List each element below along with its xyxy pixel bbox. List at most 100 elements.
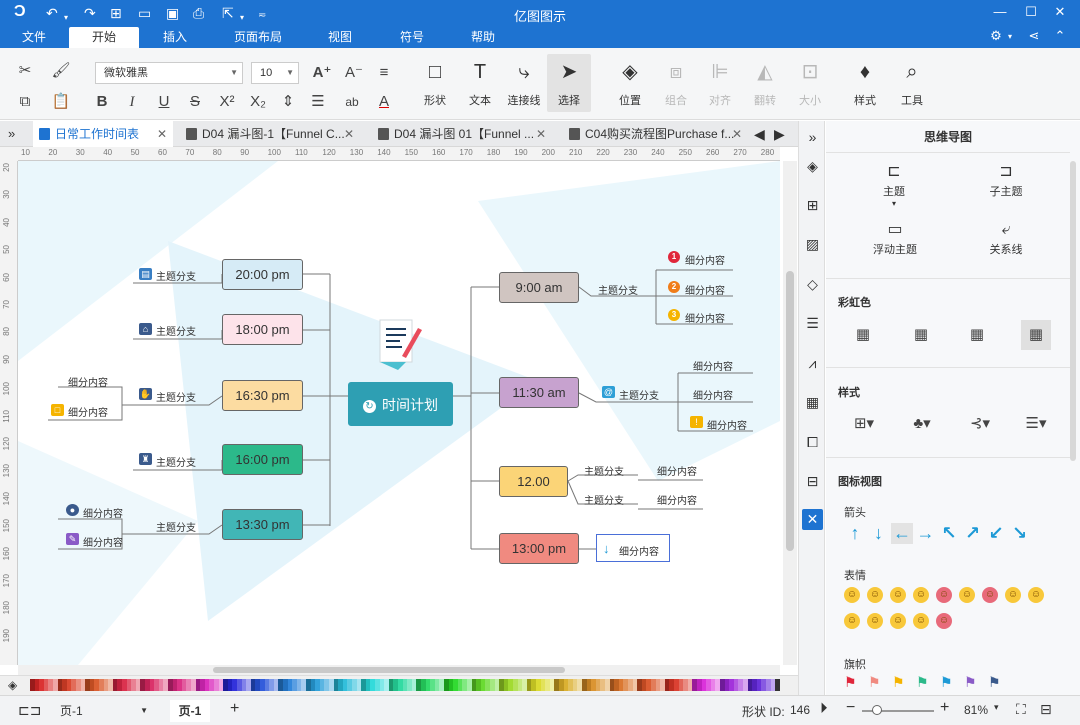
arrow-option-icon[interactable]: → xyxy=(915,523,937,544)
flag-icon[interactable]: ⚑ xyxy=(988,674,1001,691)
minimize-icon[interactable]: — xyxy=(990,4,1010,19)
doc-tab-4[interactable]: C04购买流程图Purchase f... ✕ xyxy=(563,121,748,147)
arrow-option-icon[interactable]: ↖ xyxy=(938,523,960,544)
emotion-icon[interactable]: ☺ xyxy=(844,613,860,629)
align-button[interactable]: ⊫ 对齐 xyxy=(698,54,742,112)
format-painter-icon[interactable]: 🖌 xyxy=(50,60,72,82)
detail-label[interactable]: 细分内容 xyxy=(685,252,725,267)
close-tab-icon[interactable]: ✕ xyxy=(732,121,742,147)
style-button[interactable]: ♦ 样式 xyxy=(843,54,887,112)
close-tab-icon[interactable]: ✕ xyxy=(344,121,354,147)
detail-label[interactable]: 细分内容 xyxy=(685,282,725,297)
horizontal-scroll-thumb[interactable] xyxy=(213,667,565,673)
settings-dropdown-icon[interactable]: ▾ xyxy=(1000,32,1020,41)
color-swatch[interactable] xyxy=(775,679,780,691)
branch-label[interactable]: 主题分支 xyxy=(598,282,638,297)
close-icon[interactable]: ✕ xyxy=(1050,4,1070,20)
drawing-canvas[interactable]: ↻ 时间计划 20:00 pm 18:00 pm 16:30 pm 16:00 p… xyxy=(18,161,780,665)
topic-16-30[interactable]: 16:30 pm xyxy=(222,380,303,411)
emotion-icon[interactable]: ☺ xyxy=(959,587,975,603)
topic-13-30[interactable]: 13:30 pm xyxy=(222,509,303,540)
zoom-in-icon[interactable]: + xyxy=(940,699,949,717)
presentation-icon[interactable]: ⊟ xyxy=(802,471,823,492)
text-align-icon[interactable]: ≡ xyxy=(373,62,395,84)
arrow-option-icon[interactable]: ↙ xyxy=(985,523,1007,544)
branch-label[interactable]: 主题分支 xyxy=(156,519,196,534)
detail-label[interactable]: 细分内容 xyxy=(68,374,108,389)
mindmap-icon[interactable]: ✕ xyxy=(802,509,823,530)
font-color-icon[interactable]: A xyxy=(373,91,395,113)
add-topic-button[interactable]: ⊏ 主题 ▾ xyxy=(874,161,914,208)
shape-button[interactable]: □ 形状 xyxy=(413,54,457,112)
doc-tab-1[interactable]: 日常工作时间表 ✕ xyxy=(33,121,173,147)
center-topic[interactable]: ↻ 时间计划 xyxy=(348,382,453,426)
topic-16-00[interactable]: 16:00 pm xyxy=(222,444,303,475)
zoom-slider-knob[interactable] xyxy=(871,705,882,715)
layout-connector-icon[interactable]: ⊰▾ xyxy=(966,413,994,435)
strikethrough-icon[interactable]: S xyxy=(184,91,206,113)
emotion-icon[interactable]: ☺ xyxy=(982,587,998,603)
rainbow-option-2-icon[interactable]: ▦ xyxy=(910,324,932,346)
detail-label[interactable]: 细分内容 xyxy=(83,505,123,520)
topic-20-00[interactable]: 20:00 pm xyxy=(222,259,303,290)
branch-label[interactable]: 主题分支 xyxy=(584,463,624,478)
copy-icon[interactable]: ⧉ xyxy=(14,91,36,113)
fill-icon[interactable]: ◈ xyxy=(802,156,823,177)
crop-icon[interactable]: ⧠ xyxy=(802,432,823,453)
flag-icon[interactable]: ⚑ xyxy=(844,674,857,691)
detail-label[interactable]: 细分内容 xyxy=(707,417,747,432)
grid-icon[interactable]: ⊞ xyxy=(802,195,823,216)
emotion-icon[interactable]: ☺ xyxy=(936,587,952,603)
emotion-icon[interactable]: ☺ xyxy=(1005,587,1021,603)
detail-label[interactable]: 细分内容 xyxy=(693,358,733,373)
text-case-icon[interactable]: ab xyxy=(341,91,363,113)
play-icon[interactable]: ⏵ xyxy=(820,700,828,717)
vertical-scrollbar[interactable] xyxy=(783,161,797,665)
line-spacing-icon[interactable]: ⇕ xyxy=(277,91,299,113)
flag-icon[interactable]: ⚑ xyxy=(892,674,905,691)
detail-label[interactable]: 细分内容 xyxy=(657,492,697,507)
emotion-icon[interactable]: ☺ xyxy=(867,613,883,629)
flag-icon[interactable]: ⚑ xyxy=(868,674,881,691)
detail-label[interactable]: 细分内容 xyxy=(657,463,697,478)
tab-scroll-right-icon[interactable]: ▶ xyxy=(774,121,785,147)
add-subtopic-button[interactable]: ⊐ 子主题 xyxy=(981,161,1031,199)
flag-icon[interactable]: ⚑ xyxy=(916,674,929,691)
branch-label[interactable]: 主题分支 xyxy=(156,454,196,469)
tab-page-layout[interactable]: 页面布局 xyxy=(228,27,288,48)
emotion-icon[interactable]: ☺ xyxy=(913,587,929,603)
page-tab[interactable]: 页-1 xyxy=(170,700,210,722)
layout-tree-icon[interactable]: ♣▾ xyxy=(908,413,936,435)
table-icon[interactable]: ▦ xyxy=(802,392,823,413)
floating-topic-button[interactable]: ▭ 浮动主题 xyxy=(868,219,922,257)
page-panel-icon[interactable]: ⊏⊐ xyxy=(18,702,41,719)
superscript-icon[interactable]: X² xyxy=(216,91,238,113)
branch-label[interactable]: 主题分支 xyxy=(584,492,624,507)
fill-bucket-icon[interactable]: ◈ xyxy=(8,678,17,692)
horizontal-scrollbar[interactable] xyxy=(18,665,780,675)
close-tab-icon[interactable]: ✕ xyxy=(157,121,167,147)
arrow-option-icon[interactable]: ↑ xyxy=(844,523,866,544)
italic-icon[interactable]: I xyxy=(121,91,143,113)
arrow-option-icon[interactable]: ↓ xyxy=(868,523,890,544)
close-tab-icon[interactable]: ✕ xyxy=(536,121,546,147)
detail-label[interactable]: 细分内容 xyxy=(693,387,733,402)
page-icon[interactable]: ☰ xyxy=(802,313,823,334)
tab-help[interactable]: 帮助 xyxy=(463,27,503,48)
rainbow-option-1-icon[interactable]: ▦ xyxy=(852,324,874,346)
panel-scroll-thumb[interactable] xyxy=(1070,161,1076,461)
relationship-button[interactable]: ⤶ 关系线 xyxy=(981,219,1031,257)
position-button[interactable]: ◈ 位置 xyxy=(608,54,652,112)
detail-label[interactable]: 细分内容 xyxy=(685,310,725,325)
connector-button[interactable]: ⤷ 连接线 xyxy=(502,54,546,112)
doc-tab-3[interactable]: D04 漏斗图 01【Funnel ... ✕ xyxy=(372,121,552,147)
collapse-panel-icon[interactable]: » xyxy=(802,127,823,148)
emotion-icon[interactable]: ☺ xyxy=(844,587,860,603)
zoom-out-icon[interactable]: − xyxy=(846,699,855,717)
branch-label[interactable]: 主题分支 xyxy=(619,387,659,402)
topic-12-00[interactable]: 12.00 xyxy=(499,466,568,497)
fit-width-icon[interactable]: ⊟ xyxy=(1040,701,1052,718)
arrow-option-icon[interactable]: ↘ xyxy=(1009,523,1031,544)
detail-label[interactable]: 细分内容 xyxy=(83,534,123,549)
vertical-scroll-thumb[interactable] xyxy=(786,271,794,551)
